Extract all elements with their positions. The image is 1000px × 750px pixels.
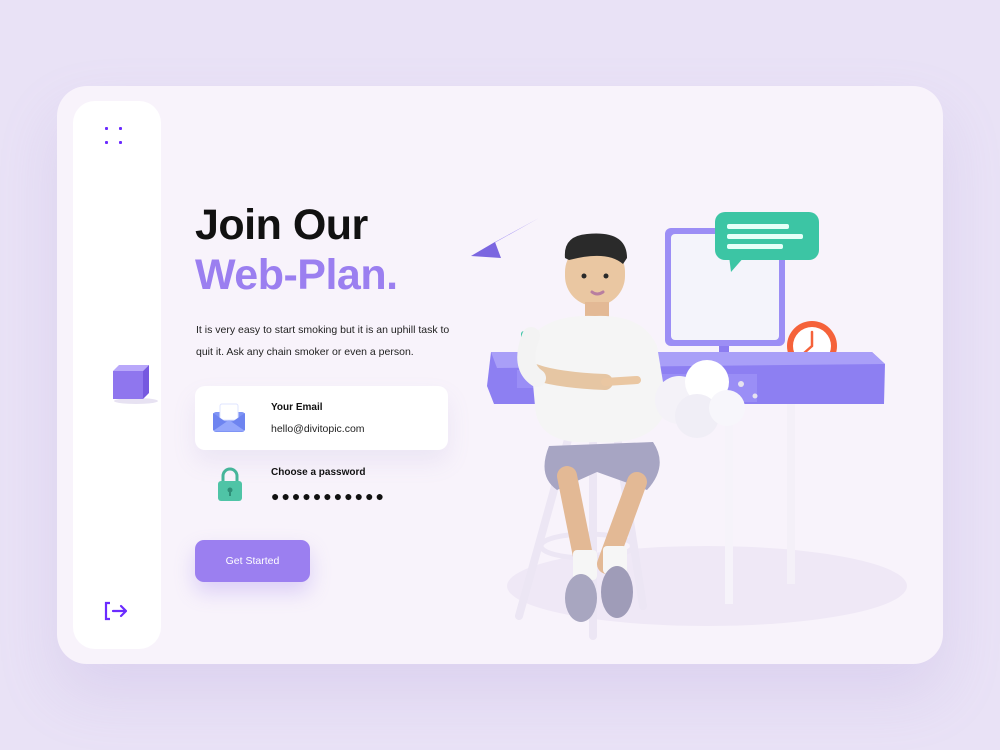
password-input[interactable]: ●●●●●●●●●●● (271, 488, 386, 504)
hero-description: It is very easy to start smoking but it … (196, 324, 450, 358)
main-card: Join Our Web-Plan. It is very easy to st… (57, 86, 943, 664)
password-label: Choose a password (271, 467, 366, 478)
lock-icon (218, 467, 242, 501)
password-field[interactable]: Choose a password ●●●●●●●●●●● (195, 460, 448, 510)
email-input[interactable]: hello@divitopic.com (271, 423, 365, 435)
cube-icon (113, 365, 158, 404)
hero-title-line1: Join Our (195, 201, 368, 249)
menu-dots-icon[interactable] (105, 127, 125, 147)
hero-title-line2: Web-Plan. (195, 251, 398, 299)
email-label: Your Email (271, 402, 323, 413)
email-field[interactable]: Your Email hello@divitopic.com (195, 386, 448, 450)
sidebar (73, 101, 161, 649)
envelope-icon (213, 403, 245, 432)
logout-icon[interactable] (103, 601, 129, 621)
desk-illustration (471, 212, 907, 640)
get-started-button[interactable]: Get Started (195, 540, 310, 582)
